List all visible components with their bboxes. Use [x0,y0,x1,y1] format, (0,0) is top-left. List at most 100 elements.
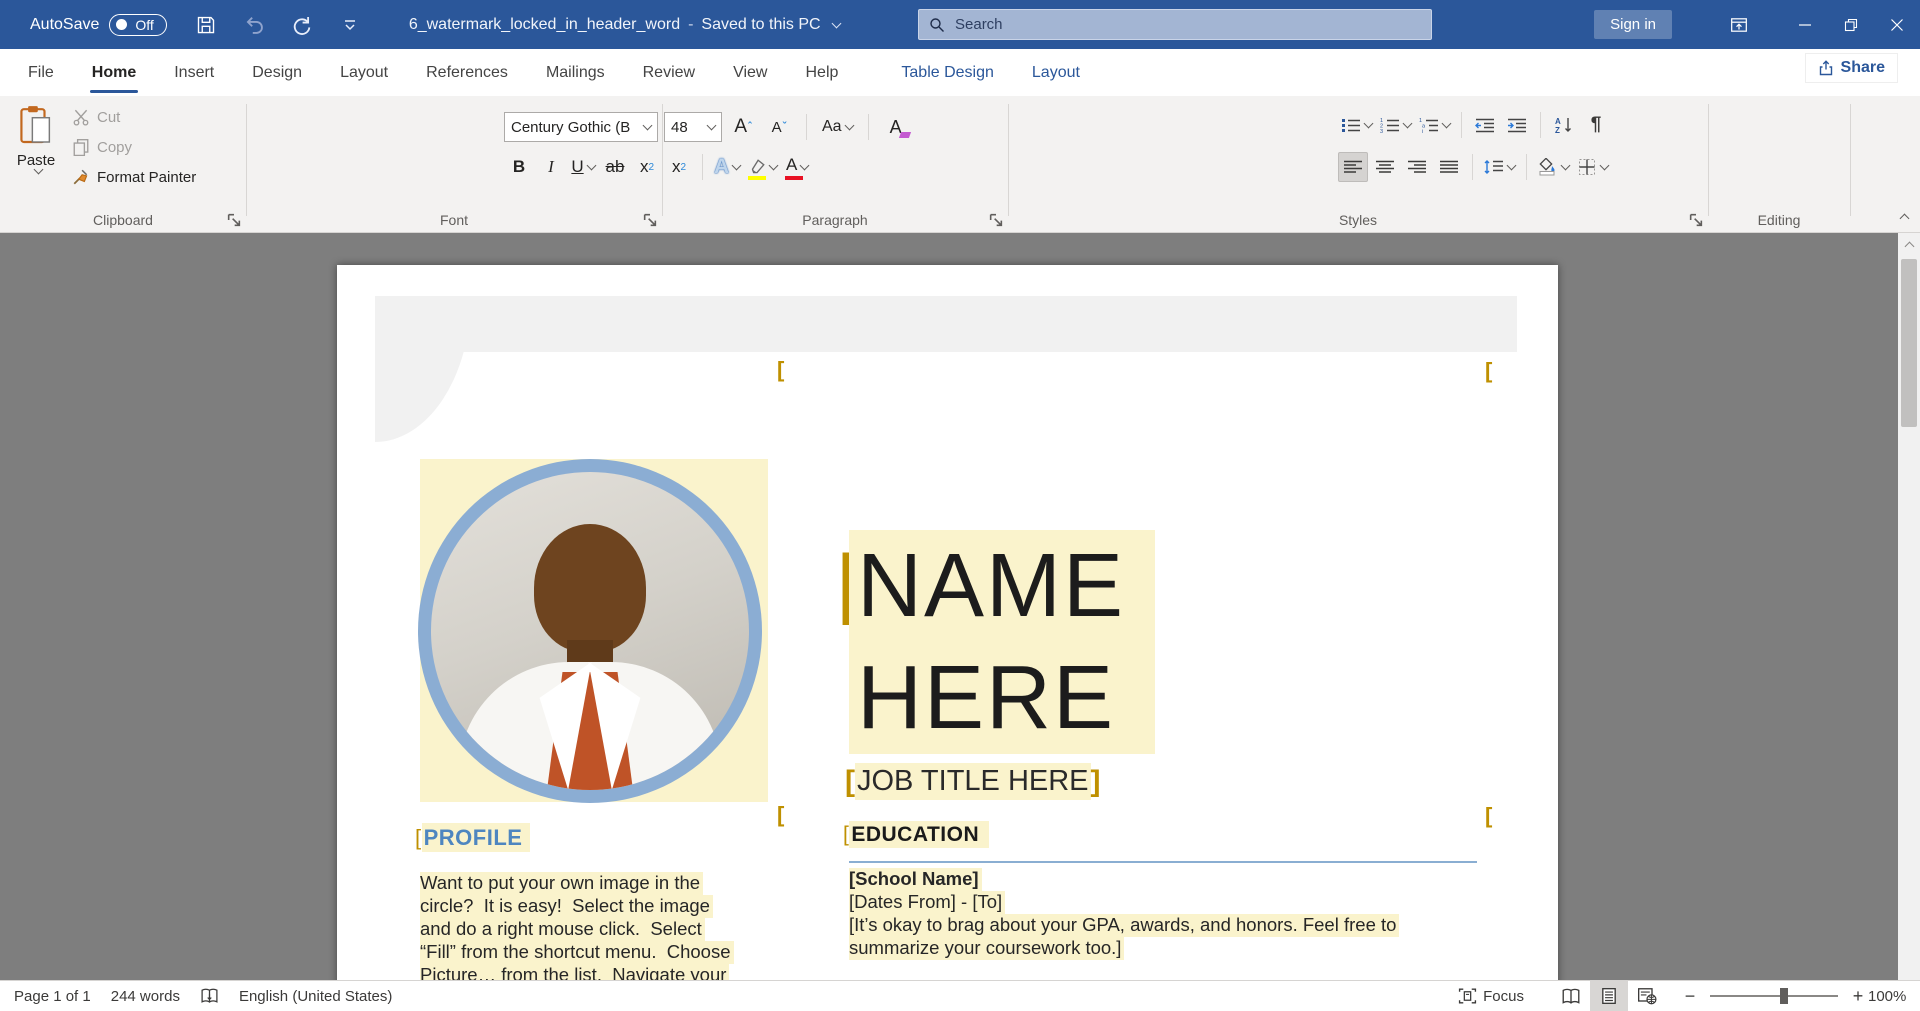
photo-head-shape [534,524,646,652]
status-bar: Page 1 of 1 244 words English (United St… [0,980,1920,1011]
web-layout-icon [1637,987,1657,1005]
print-layout-icon [1601,987,1617,1005]
paragraph-group-label: Paragraph [662,212,1008,228]
scrollbar-thumb[interactable] [1901,259,1917,427]
tab-table-layout[interactable]: Layout [1028,49,1084,96]
underline-dropdown-icon[interactable] [586,161,596,171]
copy-button[interactable]: Copy [72,138,196,156]
job-title-placeholder[interactable]: [ JOB TITLE HERE ] [845,763,1101,800]
collapse-ribbon-button[interactable] [1901,209,1908,226]
education-body-text[interactable]: [School Name] [Dates From] - [To] [It’s … [849,868,1399,960]
font-group-label: Font [246,212,662,228]
collapse-ribbon-icon [1900,213,1910,223]
vertical-scrollbar[interactable] [1898,233,1920,980]
search-input[interactable] [955,16,1421,33]
paragraph-dialog-launcher[interactable] [988,212,1004,228]
share-button[interactable]: Share [1805,53,1898,83]
zoom-out-button[interactable]: − [1680,986,1700,1007]
format-painter-button[interactable]: Format Painter [72,168,196,186]
strikethrough-button[interactable]: ab [600,152,630,182]
tab-layout[interactable]: Layout [336,49,392,96]
document-page[interactable]: [ [ [ [ [ NAME HERE [ [337,265,1558,980]
tab-design[interactable]: Design [248,49,306,96]
profile-line: “Fill” from the shortcut menu. Choose [420,941,734,964]
word-count[interactable]: 244 words [101,981,190,1011]
tab-insert[interactable]: Insert [170,49,218,96]
education-heading-rule [849,861,1477,863]
tab-references[interactable]: References [422,49,512,96]
tab-review[interactable]: Review [639,49,699,96]
zoom-percentage[interactable]: 100% [1868,988,1920,1005]
bold-button[interactable]: B [504,152,534,182]
document-title-text: 6_watermark_locked_in_header_word [409,16,680,34]
tab-home[interactable]: Home [88,49,140,96]
search-box[interactable] [918,9,1432,40]
format-painter-label: Format Painter [97,169,196,186]
focus-icon [1458,987,1477,1005]
close-icon [1890,18,1904,32]
redo-icon [291,14,313,36]
subscript-button[interactable]: x2 [632,152,662,182]
bracket-close: ] [1091,765,1101,799]
focus-label: Focus [1483,988,1524,1005]
tab-view[interactable]: View [729,49,771,96]
cut-button[interactable]: Cut [72,108,196,126]
font-dialog-launcher[interactable] [642,212,658,228]
proofing-status-button[interactable] [190,981,229,1011]
focus-mode-button[interactable]: Focus [1448,981,1534,1011]
profile-photo [431,472,749,790]
tab-table-design[interactable]: Table Design [897,49,998,96]
education-line: summarize your coursework too.] [849,937,1124,960]
education-dates: [Dates From] - [To] [849,891,1005,914]
zoom-slider[interactable] [1710,995,1838,997]
customize-quick-access-toolbar-button[interactable] [337,12,363,38]
web-layout-button[interactable] [1628,981,1666,1011]
education-line: [It’s okay to brag about your GPA, award… [849,914,1399,937]
tab-mailings[interactable]: Mailings [542,49,609,96]
restore-button[interactable] [1828,0,1874,49]
save-status[interactable]: Saved to this PC [701,16,820,34]
language-indicator[interactable]: English (United States) [229,981,402,1011]
save-button[interactable] [193,12,219,38]
content-control-bracket: [ [1485,803,1492,829]
tab-file[interactable]: File [24,49,58,96]
share-label: Share [1841,59,1885,77]
content-control-bracket: [ [777,802,784,828]
profile-photo-frame[interactable] [418,459,762,803]
ribbon-display-options-button[interactable] [1716,0,1762,49]
name-line-1: NAME [849,530,1155,642]
quick-access-toolbar [193,12,363,38]
page-indicator[interactable]: Page 1 of 1 [4,981,101,1011]
font-name-dropdown-icon[interactable] [643,121,653,131]
clipboard-dialog-launcher[interactable] [226,212,242,228]
undo-icon [243,15,265,35]
autosave-toggle[interactable]: Off [109,14,166,36]
profile-body-text[interactable]: Want to put your own image in the circle… [420,872,734,980]
education-section-heading[interactable]: [EDUCATION [843,823,989,847]
minimize-button[interactable] [1782,0,1828,49]
underline-button[interactable]: U [568,152,598,182]
bracket-open: [ [845,765,855,799]
clipboard-group-label: Clipboard [0,212,246,228]
undo-button[interactable] [241,12,267,38]
name-placeholder[interactable]: NAME HERE [849,530,1155,754]
profile-line: and do a right mouse click. Select [420,918,705,941]
styles-dialog-launcher[interactable] [1688,212,1704,228]
profile-section-heading[interactable]: [PROFILE [415,825,530,851]
scroll-up-arrow[interactable] [1898,233,1920,255]
font-name-value: Century Gothic (B [511,119,630,136]
print-layout-button[interactable] [1590,981,1628,1011]
redo-button[interactable] [289,12,315,38]
read-mode-button[interactable] [1552,981,1590,1011]
title-dropdown-icon[interactable] [831,18,841,28]
zoom-in-button[interactable]: + [1848,986,1868,1007]
close-button[interactable] [1874,0,1920,49]
zoom-slider-thumb[interactable] [1780,988,1788,1004]
customize-toolbar-icon [343,19,357,31]
paste-button[interactable]: Paste [10,104,62,208]
font-name-combo[interactable]: Century Gothic (B [504,112,658,142]
document-canvas: [ [ [ [ [ NAME HERE [ [0,233,1920,980]
tab-help[interactable]: Help [801,49,842,96]
sign-in-button[interactable]: Sign in [1594,10,1672,39]
italic-button[interactable]: I [536,152,566,182]
